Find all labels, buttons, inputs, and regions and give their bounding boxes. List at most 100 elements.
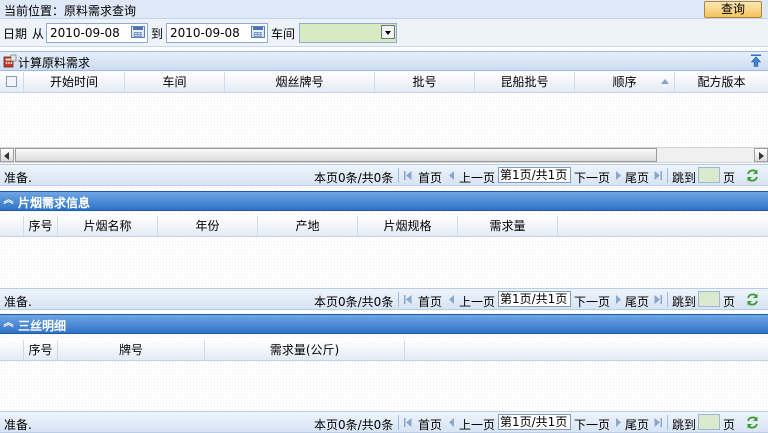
breadcrumb-bar: 当前位置：原料需求查询 查询 [0,0,768,19]
column-header-order[interactable]: 顺序 [575,72,675,92]
jump-label: 跳到 [672,295,697,309]
jump-page-input[interactable] [698,167,720,183]
last-page-button[interactable]: 尾页 [625,416,649,433]
status-text: 准备. [4,418,32,432]
shred-grid-body [0,361,768,411]
column-header[interactable]: 片烟规格 [358,216,458,236]
query-button[interactable]: 查询 [704,1,762,18]
pager-3: 准备. 本页0条/共0条 首页 上一页 第1页/共1页 下一页 尾页 跳到 页 [0,411,768,433]
leaf-panel-header[interactable]: ︽ 片烟需求信息 [0,191,768,211]
next-page-icon[interactable] [614,418,622,427]
prev-page-button[interactable]: 上一页 [459,293,495,310]
column-header[interactable]: 牌号 [58,340,205,360]
column-header[interactable]: 开始时间 [24,72,125,92]
first-page-button[interactable]: 首页 [418,169,442,186]
collapse-up-icon[interactable] [750,54,762,67]
next-page-icon[interactable] [614,295,622,304]
next-page-button[interactable]: 下一页 [574,416,610,433]
column-header[interactable]: 序号 [24,340,58,360]
page-indicator[interactable]: 第1页/共1页 [498,167,571,183]
status-text: 准备. [4,171,32,185]
scroll-left-button[interactable] [0,148,14,162]
calendar-icon[interactable] [251,26,265,38]
page-summary: 本页0条/共0条 [314,418,394,432]
calc-grid-body [0,93,768,147]
page-indicator[interactable]: 第1页/共1页 [498,291,571,307]
from-date-input[interactable]: 2010-09-08 [46,23,148,43]
scroll-right-button[interactable] [754,148,768,162]
column-header[interactable]: 车间 [125,72,225,92]
select-all-cell [0,72,24,92]
last-page-button[interactable]: 尾页 [625,293,649,310]
pager-1: 准备. 本页0条/共0条 首页 上一页 第1页/共1页 下一页 尾页 跳到 页 [0,164,768,186]
column-header[interactable]: 烟丝牌号 [225,72,375,92]
prev-page-button[interactable]: 上一页 [459,416,495,433]
column-header[interactable]: 昆船批号 [475,72,575,92]
jump-page-input[interactable] [698,291,720,307]
last-page-icon[interactable] [654,295,662,304]
panel-title: 三丝明细 [18,319,67,333]
from-label: 从 [32,27,45,41]
select-all-checkbox[interactable] [6,76,17,87]
page-indicator[interactable]: 第1页/共1页 [498,414,571,430]
calc-grid-header: 开始时间 车间 烟丝牌号 批号 昆船批号 顺序 配方版本 [0,72,768,93]
page-unit-label: 页 [723,418,736,432]
leaf-grid-body [0,237,768,288]
date-label: 日期 [3,27,28,41]
column-header: 顺序 [612,75,637,89]
last-page-icon[interactable] [654,171,662,180]
page-unit-label: 页 [723,295,736,309]
refresh-icon[interactable] [745,168,760,183]
column-header[interactable]: 序号 [24,216,58,236]
next-page-icon[interactable] [614,171,622,180]
status-text: 准备. [4,295,32,309]
calculator-icon [3,54,17,68]
workshop-label: 车间 [271,27,296,41]
next-page-button[interactable]: 下一页 [574,293,610,310]
page-summary: 本页0条/共0条 [314,295,394,309]
first-page-button[interactable]: 首页 [418,416,442,433]
panel-title: 片烟需求信息 [18,196,91,210]
jump-page-input[interactable] [698,414,720,430]
column-header[interactable]: 需求量(公斤) [205,340,405,360]
shred-grid-header: 序号 牌号 需求量(公斤) [0,340,768,361]
column-header[interactable]: 需求量 [458,216,558,236]
first-page-icon[interactable] [404,418,412,427]
first-page-icon[interactable] [404,171,412,180]
shred-panel-header[interactable]: ︽ 三丝明细 [0,314,768,334]
collapse-chevron-icon[interactable]: ︽ [3,318,14,329]
collapse-chevron-icon[interactable]: ︽ [3,195,14,206]
column-header[interactable]: 片烟名称 [58,216,158,236]
column-header[interactable]: 产地 [258,216,358,236]
leaf-grid-header: 序号 片烟名称 年份 产地 片烟规格 需求量 [0,216,768,237]
prev-page-icon[interactable] [448,418,456,427]
workshop-select[interactable] [299,23,397,43]
row-number-header [0,216,24,236]
scroll-thumb[interactable] [15,148,657,162]
pager-2: 准备. 本页0条/共0条 首页 上一页 第1页/共1页 下一页 尾页 跳到 页 [0,288,768,310]
first-page-button[interactable]: 首页 [418,293,442,310]
filter-bar: 日期 从 2010-09-08 到 2010-09-08 车间 [0,19,768,47]
last-page-icon[interactable] [654,418,662,427]
to-label: 到 [151,27,164,41]
first-page-icon[interactable] [404,295,412,304]
refresh-icon[interactable] [745,292,760,307]
to-date-input[interactable]: 2010-09-08 [166,23,268,43]
page-unit-label: 页 [723,171,736,185]
next-page-button[interactable]: 下一页 [574,169,610,186]
prev-page-button[interactable]: 上一页 [459,169,495,186]
prev-page-icon[interactable] [448,295,456,304]
calendar-icon[interactable] [131,26,145,38]
row-number-header [0,340,24,360]
jump-label: 跳到 [672,418,697,432]
to-date-value: 2010-09-08 [170,26,240,40]
jump-label: 跳到 [672,171,697,185]
dropdown-arrow-icon[interactable] [381,25,395,39]
column-header[interactable]: 配方版本 [675,72,768,92]
prev-page-icon[interactable] [448,171,456,180]
last-page-button[interactable]: 尾页 [625,169,649,186]
refresh-icon[interactable] [745,415,760,430]
column-header[interactable]: 年份 [158,216,258,236]
column-header[interactable]: 批号 [375,72,475,92]
horizontal-scrollbar[interactable] [0,147,768,163]
